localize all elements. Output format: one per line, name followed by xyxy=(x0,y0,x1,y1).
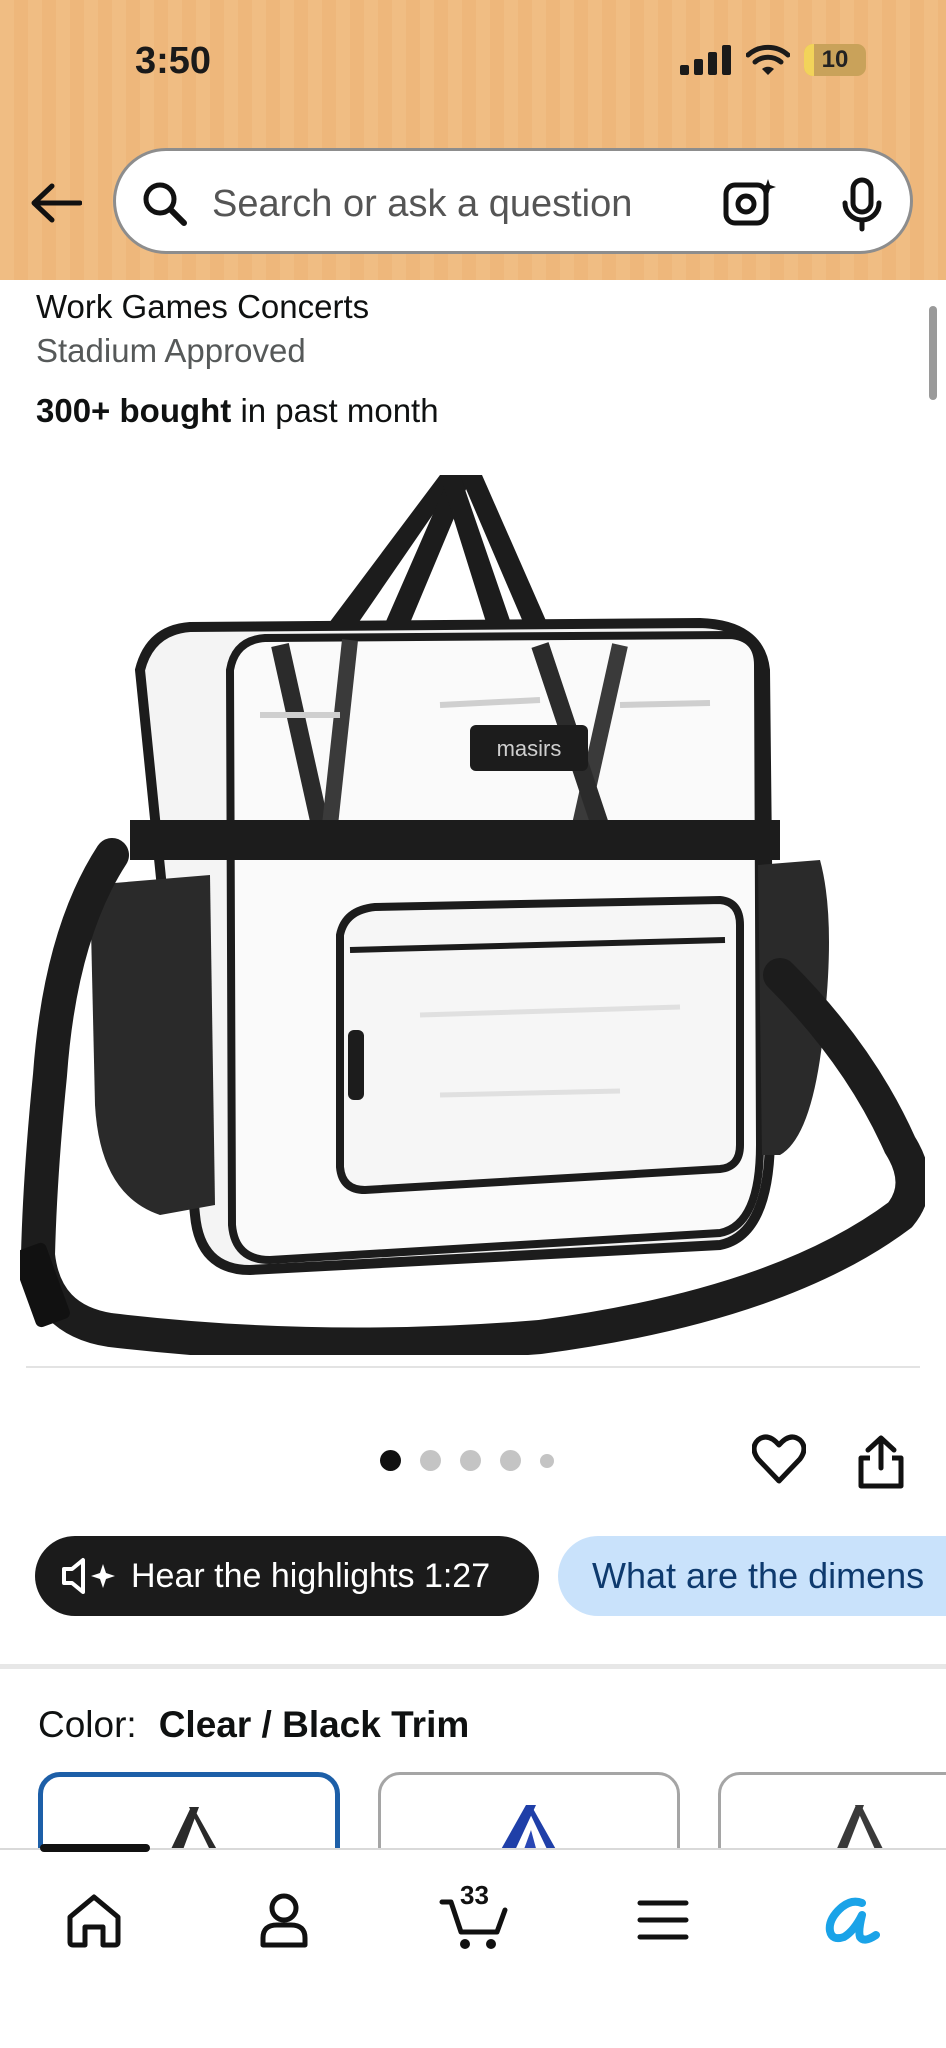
nav-account[interactable] xyxy=(244,1880,324,1960)
bottom-navigation: 33 xyxy=(0,1844,946,2048)
pager-dot[interactable] xyxy=(540,1453,554,1468)
brand-label: masirs xyxy=(497,736,562,761)
section-divider xyxy=(0,1664,946,1669)
image-pager[interactable] xyxy=(380,1450,554,1471)
home-icon xyxy=(67,1894,121,1948)
image-divider xyxy=(26,1366,920,1368)
pager-dot[interactable] xyxy=(500,1450,521,1471)
pager-dot-active[interactable] xyxy=(380,1450,401,1471)
account-icon xyxy=(260,1893,308,1948)
pager-dot[interactable] xyxy=(420,1450,441,1471)
cart-count-badge: 33 xyxy=(460,1880,489,1910)
search-icon xyxy=(143,182,187,226)
scrollbar[interactable] xyxy=(929,306,937,400)
pager-dot[interactable] xyxy=(460,1450,481,1471)
question-chip-label: What are the dimens xyxy=(592,1555,925,1596)
rufus-icon xyxy=(825,1897,880,1944)
back-arrow-icon xyxy=(31,183,82,223)
color-selector-label: Color: Clear / Black Trim xyxy=(38,1704,470,1745)
nav-active-indicator xyxy=(40,1844,150,1852)
cellular-signal-icon xyxy=(680,45,731,75)
menu-icon xyxy=(637,1900,689,1940)
share-icon[interactable] xyxy=(856,1434,906,1490)
hear-highlights-button[interactable]: Hear the highlights 1:27 xyxy=(35,1536,539,1616)
nav-menu[interactable] xyxy=(623,1880,703,1960)
heart-icon[interactable] xyxy=(752,1434,806,1486)
hear-highlights-label: Hear the highlights 1:27 xyxy=(131,1556,491,1595)
speaker-sparkle-icon xyxy=(62,1558,115,1594)
nav-home[interactable] xyxy=(54,1880,134,1960)
microphone-icon[interactable] xyxy=(840,177,884,233)
battery-indicator: 10 xyxy=(804,44,866,76)
camera-lens-icon[interactable] xyxy=(722,175,778,231)
search-bar[interactable]: Search or ask a question xyxy=(113,148,913,254)
wifi-icon xyxy=(746,44,790,75)
status-time: 3:50 xyxy=(135,40,212,82)
back-button[interactable] xyxy=(28,178,84,228)
status-icons: 10 xyxy=(680,44,866,76)
product-title-line[interactable]: Work Games Concerts xyxy=(36,288,369,326)
nav-rufus[interactable] xyxy=(812,1880,892,1960)
bought-count: 300+ bought in past month xyxy=(36,392,439,429)
search-input[interactable]: Search or ask a question xyxy=(212,183,632,226)
product-title-subline[interactable]: Stadium Approved xyxy=(36,332,306,370)
selected-color-value: Clear / Black Trim xyxy=(158,1704,470,1745)
product-image[interactable]: masirs xyxy=(20,455,925,1355)
header: 3:50 10 Search or ask a question xyxy=(0,0,946,280)
question-chip[interactable]: What are the dimens xyxy=(558,1536,946,1616)
